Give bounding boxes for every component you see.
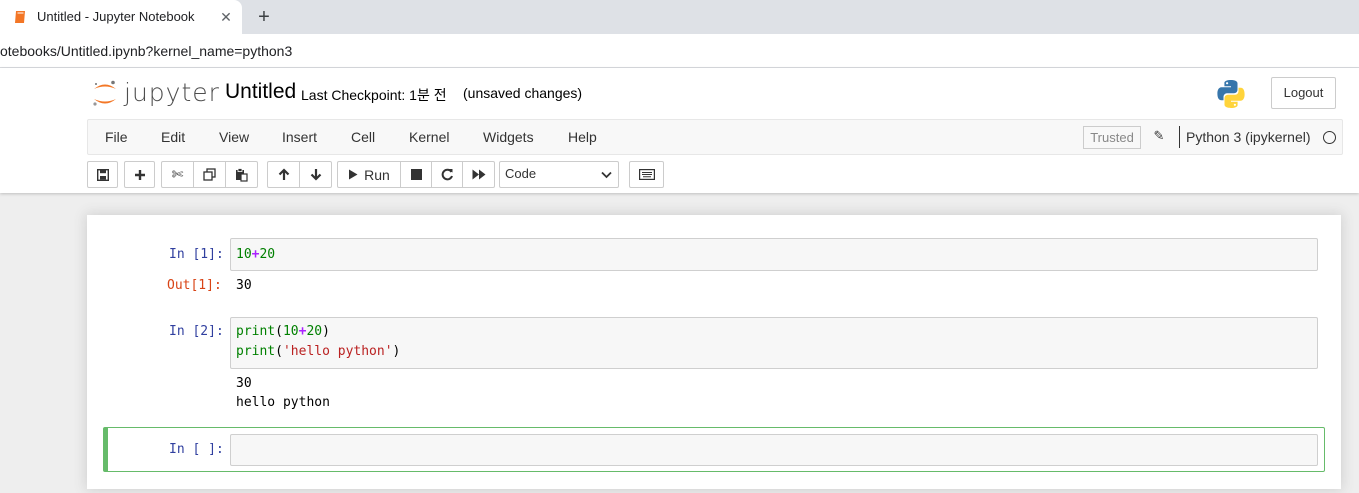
- stop-icon: [410, 169, 422, 180]
- kernel-idle-indicator-icon: [1323, 131, 1336, 144]
- notebook-toolbar: ✄ Run Code: [87, 161, 1343, 189]
- autosave-status: (unsaved changes): [463, 85, 583, 101]
- copy-button[interactable]: [193, 161, 226, 188]
- cell-type-value: Code: [505, 166, 537, 181]
- menu-file[interactable]: File: [105, 129, 128, 145]
- cell-1-output: 30: [236, 278, 252, 293]
- save-icon: [96, 168, 109, 181]
- menu-widgets[interactable]: Widgets: [483, 129, 534, 145]
- chevron-down-icon: [601, 168, 612, 182]
- tab-title: Untitled - Jupyter Notebook: [37, 9, 195, 24]
- save-button[interactable]: [87, 161, 118, 188]
- cell-3-input[interactable]: [230, 434, 1318, 466]
- cell-type-select[interactable]: Code: [499, 161, 619, 188]
- move-down-button[interactable]: [299, 161, 332, 188]
- trusted-indicator[interactable]: Trusted: [1083, 126, 1141, 149]
- cell-3-input-prompt: In [ ]:: [169, 442, 224, 457]
- cut-button[interactable]: ✄: [161, 161, 194, 188]
- browser-tab[interactable]: Untitled - Jupyter Notebook ✕: [0, 0, 242, 34]
- insert-cell-button[interactable]: [124, 161, 155, 188]
- jupyter-header: jupyter Untitled Last Checkpoint: 1분 전 (…: [0, 68, 1359, 193]
- fast-forward-icon: [472, 169, 485, 180]
- restart-kernel-button[interactable]: [431, 161, 463, 188]
- kernel-name[interactable]: Python 3 (ipykernel): [1186, 129, 1311, 145]
- close-tab-icon[interactable]: ✕: [218, 9, 234, 25]
- notebook-favicon-icon: [15, 11, 25, 23]
- cell-1-input-prompt: In [1]:: [169, 247, 224, 262]
- notebook-title[interactable]: Untitled: [225, 80, 296, 104]
- command-palette-button[interactable]: [629, 161, 664, 188]
- keyboard-icon: [638, 169, 655, 180]
- menu-cell[interactable]: Cell: [351, 129, 375, 145]
- copy-icon: [203, 168, 216, 181]
- plus-icon: [134, 169, 145, 180]
- new-tab-icon[interactable]: +: [254, 6, 274, 28]
- python-logo-icon: [1217, 80, 1245, 108]
- interrupt-kernel-button[interactable]: [400, 161, 432, 188]
- pencil-icon[interactable]: ✎: [1151, 128, 1167, 146]
- cell-1-output-prompt: Out[1]:: [167, 278, 222, 293]
- url-text[interactable]: otebooks/Untitled.ipynb?kernel_name=pyth…: [0, 43, 292, 59]
- checkpoint-status: Last Checkpoint: 1분 전: [301, 87, 447, 103]
- address-bar[interactable]: otebooks/Untitled.ipynb?kernel_name=pyth…: [0, 34, 1359, 68]
- move-up-button[interactable]: [267, 161, 300, 188]
- jupyter-logo-icon: [93, 80, 116, 106]
- paste-icon: [236, 167, 248, 182]
- cell-1-input[interactable]: 10+20: [230, 238, 1318, 271]
- run-button[interactable]: Run: [337, 161, 401, 188]
- cell-2-output-line-2: hello python: [236, 395, 330, 410]
- cell-2-input-prompt: In [2]:: [169, 324, 224, 339]
- jupyter-logo[interactable]: jupyter: [92, 78, 219, 108]
- browser-tab-bar: Untitled - Jupyter Notebook ✕ +: [0, 0, 1359, 34]
- scissors-icon: ✄: [171, 166, 184, 182]
- kernel-divider: [1179, 126, 1180, 148]
- menu-kernel[interactable]: Kernel: [409, 129, 449, 145]
- notebook-container: In [1]: 10+20 Out[1]: 30 In [2]: print(1…: [87, 215, 1341, 489]
- menu-help[interactable]: Help: [568, 129, 597, 145]
- menu-insert[interactable]: Insert: [282, 129, 317, 145]
- paste-button[interactable]: [225, 161, 258, 188]
- arrow-up-icon: [278, 168, 289, 180]
- play-icon: [349, 169, 358, 180]
- cell-2-output-line-1: 30: [236, 376, 252, 391]
- restart-run-all-button[interactable]: [462, 161, 495, 188]
- run-label: Run: [364, 166, 390, 183]
- menu-edit[interactable]: Edit: [161, 129, 185, 145]
- menu-bar: File Edit View Insert Cell Kernel Widget…: [87, 119, 1343, 155]
- cell-2-code-line-2: print('hello python'): [236, 344, 401, 359]
- logout-button[interactable]: Logout: [1271, 77, 1336, 109]
- arrow-down-icon: [310, 169, 321, 181]
- cell-2-input[interactable]: print(10+20) print('hello python'): [230, 317, 1318, 369]
- logo-text: jupyter: [124, 78, 220, 107]
- menu-view[interactable]: View: [219, 129, 249, 145]
- restart-icon: [441, 168, 453, 181]
- cell-1-code-line: 10+20: [236, 247, 276, 262]
- cell-2-code-line-1: print(10+20): [236, 324, 330, 339]
